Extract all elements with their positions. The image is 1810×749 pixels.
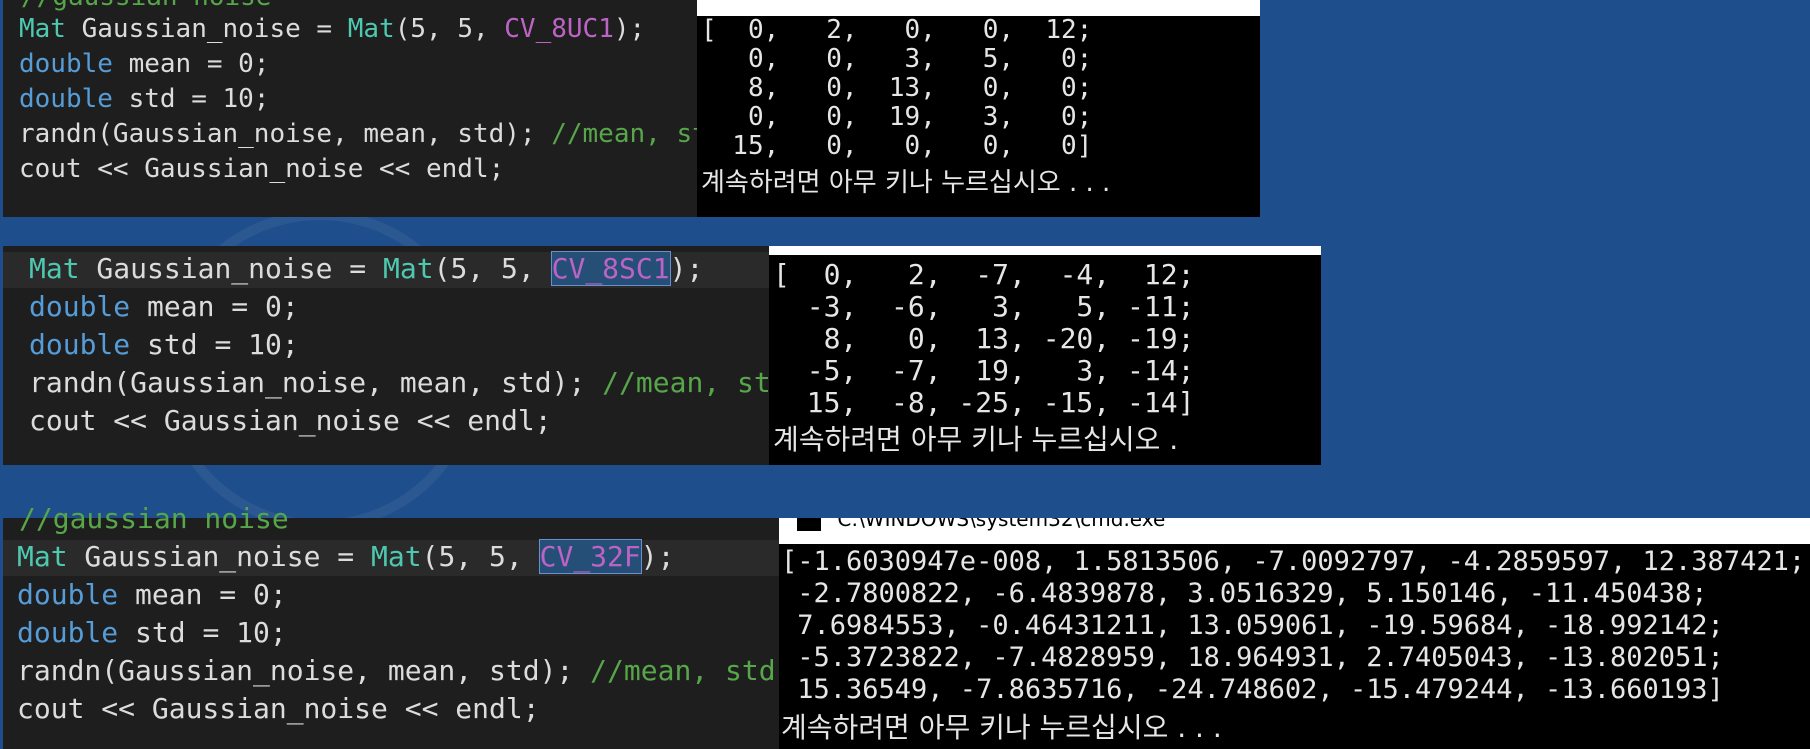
console-titlebar-3[interactable]: C:\WINDOWS\system32\cmd.exe: [779, 518, 1810, 544]
code-comment-line: //gaussian noise: [19, 502, 289, 535]
code-line-5: cout << Gaussian_noise << endl;: [19, 154, 505, 184]
code-comment-line: //gaussian noise: [21, 0, 697, 12]
console-output-line: 0, 0, 3, 5, 0;: [701, 44, 1093, 74]
code-editor-2[interactable]: Mat Gaussian_noise = Mat(5, 5, CV_8SC1);…: [3, 246, 788, 465]
console-prompt: 계속하려면 아무 키나 누르십시오 . . .: [701, 168, 1111, 198]
code-line-2: double mean = 0;: [19, 49, 270, 79]
console-output-line: -5.3723822, -7.4828959, 18.964931, 2.740…: [781, 642, 1724, 673]
code-line-5: cout << Gaussian_noise << endl;: [29, 404, 552, 437]
console-window-2[interactable]: [ 0, 2, -7, -4, 12; -3, -6, 3, 5, -11; 8…: [769, 246, 1321, 465]
console-titlebar-2: [769, 246, 1321, 255]
console-prompt: 계속하려면 아무 키나 누르십시오 .: [773, 423, 1179, 456]
code-line-5: cout << Gaussian_noise << endl;: [17, 692, 540, 725]
console-output-line: 7.6984553, -0.46431211, 13.059061, -19.5…: [781, 610, 1724, 641]
code-line-3: double std = 10;: [17, 616, 287, 649]
console-window-title: C:\WINDOWS\system32\cmd.exe: [837, 518, 1166, 531]
type-macro-selected[interactable]: CV_8SC1: [550, 251, 671, 286]
console-titlebar-1: [697, 0, 1260, 16]
code-line-1: Mat Gaussian_noise = Mat(5, 5, CV_8SC1);: [3, 251, 769, 288]
console-window-1[interactable]: [ 0, 2, 0, 0, 12; 0, 0, 3, 5, 0; 8, 0, 1…: [697, 0, 1260, 217]
console-output-line: -5, -7, 19, 3, -14;: [773, 354, 1195, 387]
console-window-3[interactable]: C:\WINDOWS\system32\cmd.exe [-1.6030947e…: [779, 518, 1810, 749]
console-output-line: 0, 0, 19, 3, 0;: [701, 102, 1093, 132]
console-output-line: -2.7800822, -6.4839878, 3.0516329, 5.150…: [781, 578, 1708, 609]
console-output-line: [ 0, 2, 0, 0, 12;: [701, 15, 1093, 45]
code-line-1: Mat Gaussian_noise = Mat(5, 5, CV_8UC1);: [19, 14, 646, 44]
console-app-icon: [797, 518, 821, 531]
code-editor-3[interactable]: //gaussian noise Mat Gaussian_noise = Ma…: [3, 502, 779, 749]
code-line-2: double mean = 0;: [29, 290, 299, 323]
console-output-line: 8, 0, 13, -20, -19;: [773, 322, 1195, 355]
code-line-4: randn(Gaussian_noise, mean, std); //mean…: [29, 366, 788, 399]
console-output-line: 15, 0, 0, 0, 0]: [701, 131, 1093, 161]
code-line-4: randn(Gaussian_noise, mean, std); //mean…: [19, 119, 724, 149]
code-line-3: double std = 10;: [19, 84, 270, 114]
code-line-3: double std = 10;: [29, 328, 299, 361]
console-output-line: [-1.6030947e-008, 1.5813506, -7.0092797,…: [781, 546, 1806, 577]
console-output-line: 8, 0, 13, 0, 0;: [701, 73, 1093, 103]
code-line-4: randn(Gaussian_noise, mean, std); //mean…: [17, 654, 776, 687]
console-prompt: 계속하려면 아무 키나 누르십시오 . . .: [781, 711, 1222, 744]
code-line-1: Mat Gaussian_noise = Mat(5, 5, CV_32F);: [3, 539, 779, 576]
type-macro: CV_8UC1: [504, 14, 614, 44]
console-output-line: 15.36549, -7.8635716, -24.748602, -15.47…: [781, 674, 1724, 705]
console-output-line: -3, -6, 3, 5, -11;: [773, 290, 1195, 323]
console-output-line: [ 0, 2, -7, -4, 12;: [773, 258, 1195, 291]
code-line-2: double mean = 0;: [17, 578, 287, 611]
console-output-line: 15, -8, -25, -15, -14]: [773, 386, 1195, 419]
code-editor-1[interactable]: //gaussian noise Mat Gaussian_noise = Ma…: [3, 0, 724, 217]
type-macro-selected[interactable]: CV_32F: [538, 539, 642, 574]
